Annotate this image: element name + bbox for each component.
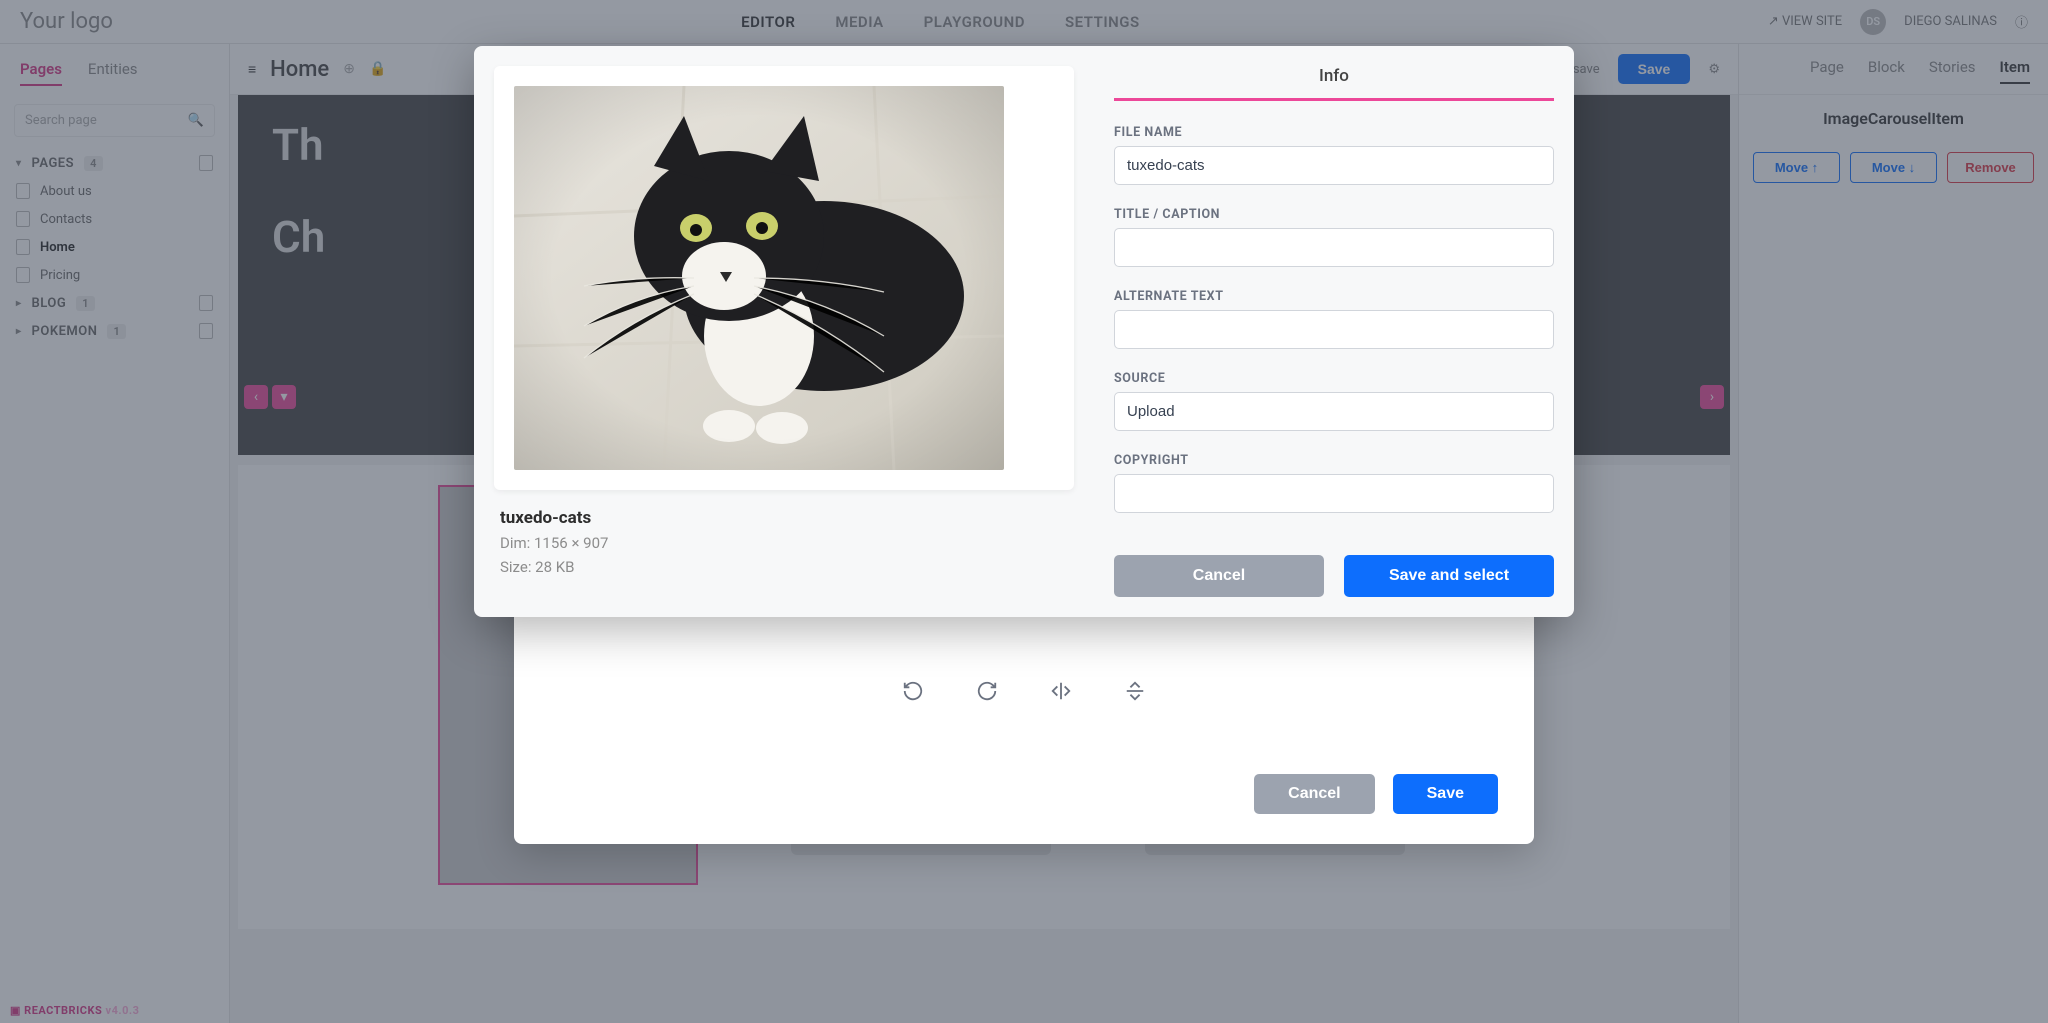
modal-left: tuxedo-cats Dim: 1156 × 907 Size: 28 KB bbox=[494, 66, 1074, 597]
image-info-modal: tuxedo-cats Dim: 1156 × 907 Size: 28 KB … bbox=[474, 46, 1574, 617]
image-size: Size: 28 KB bbox=[500, 558, 1068, 576]
image-edit-toolbar bbox=[514, 678, 1534, 704]
field-alt: ALTERNATE TEXT bbox=[1114, 289, 1554, 349]
input-copyright[interactable] bbox=[1114, 474, 1554, 513]
info-tab[interactable]: Info bbox=[1114, 66, 1554, 101]
input-alt[interactable] bbox=[1114, 310, 1554, 349]
image-edit-save-button[interactable]: Save bbox=[1393, 774, 1498, 814]
label-title: TITLE / CAPTION bbox=[1114, 207, 1554, 222]
label-copyright: COPYRIGHT bbox=[1114, 453, 1554, 468]
field-copyright: COPYRIGHT bbox=[1114, 453, 1554, 513]
image-preview-card bbox=[494, 66, 1074, 490]
image-edit-buttons: Cancel Save bbox=[1254, 774, 1498, 814]
image-name: tuxedo-cats bbox=[500, 508, 1068, 528]
label-alt: ALTERNATE TEXT bbox=[1114, 289, 1554, 304]
input-title[interactable] bbox=[1114, 228, 1554, 267]
image-preview bbox=[514, 86, 1004, 470]
save-and-select-button[interactable]: Save and select bbox=[1344, 555, 1554, 597]
image-meta: tuxedo-cats Dim: 1156 × 907 Size: 28 KB bbox=[494, 490, 1074, 576]
redo-icon[interactable] bbox=[974, 678, 1000, 704]
flip-vertical-icon[interactable] bbox=[1122, 678, 1148, 704]
field-source: SOURCE bbox=[1114, 371, 1554, 431]
input-source[interactable] bbox=[1114, 392, 1554, 431]
cancel-button[interactable]: Cancel bbox=[1114, 555, 1324, 597]
label-file-name: FILE NAME bbox=[1114, 125, 1554, 140]
label-source: SOURCE bbox=[1114, 371, 1554, 386]
flip-horizontal-icon[interactable] bbox=[1048, 678, 1074, 704]
input-file-name[interactable] bbox=[1114, 146, 1554, 185]
modal-right: Info FILE NAME TITLE / CAPTION ALTERNATE… bbox=[1074, 66, 1554, 597]
field-title: TITLE / CAPTION bbox=[1114, 207, 1554, 267]
undo-icon[interactable] bbox=[900, 678, 926, 704]
field-file-name: FILE NAME bbox=[1114, 125, 1554, 185]
image-edit-cancel-button[interactable]: Cancel bbox=[1254, 774, 1374, 814]
image-dimensions: Dim: 1156 × 907 bbox=[500, 534, 1068, 552]
modal-overlay: Cancel Save bbox=[0, 0, 2048, 1023]
modal-buttons: Cancel Save and select bbox=[1114, 535, 1554, 597]
